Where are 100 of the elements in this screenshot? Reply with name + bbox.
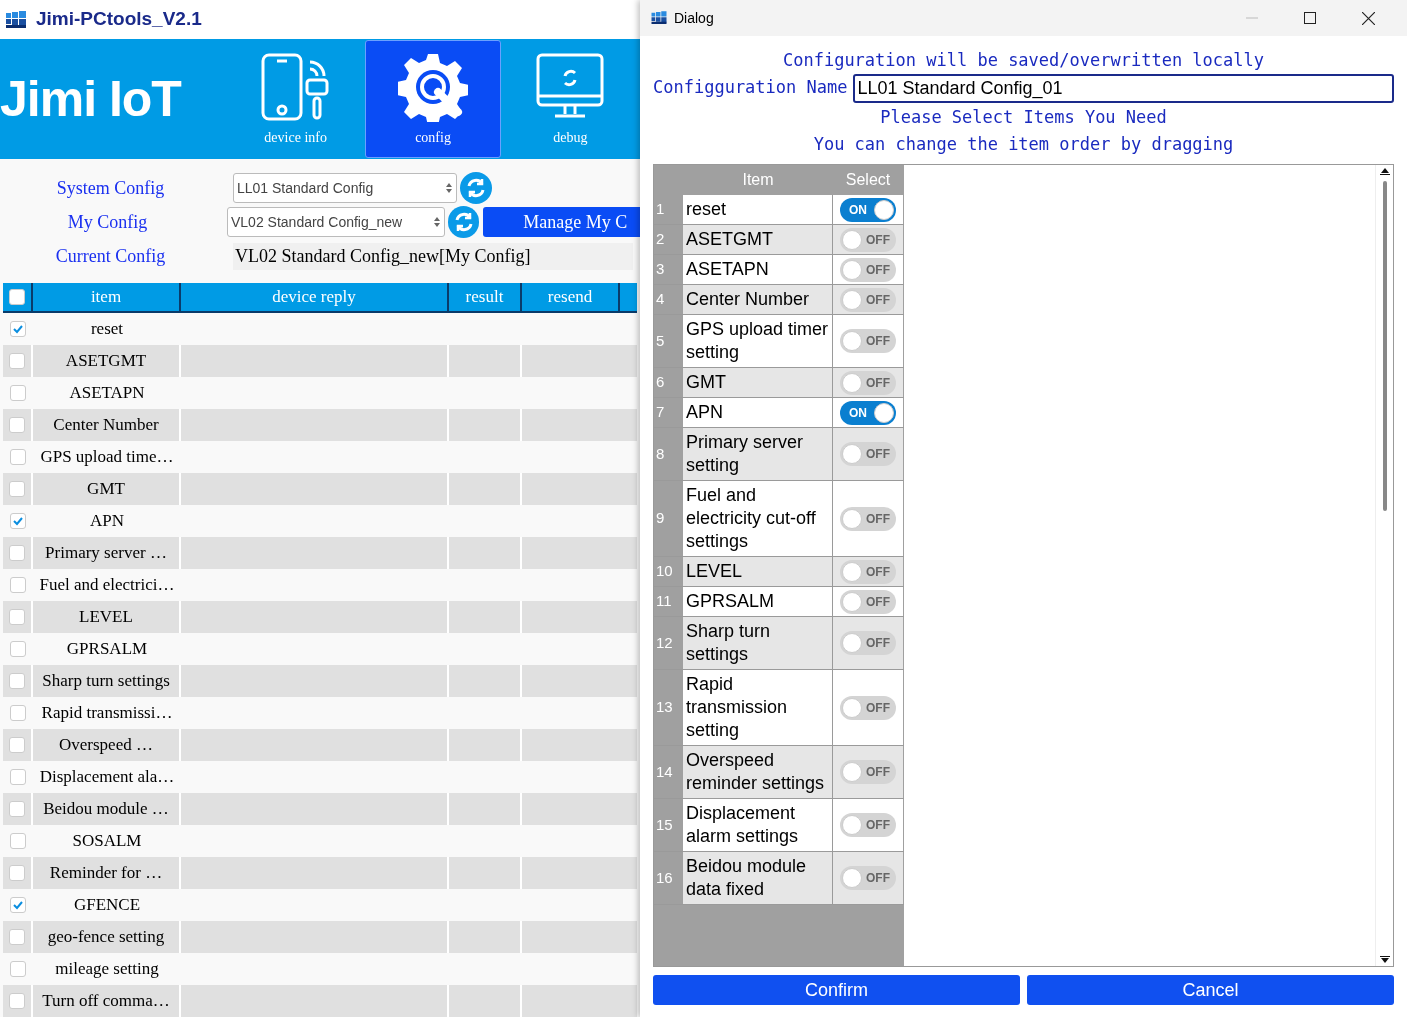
table-cell-text: SOSALM xyxy=(71,830,143,853)
toggle-switch[interactable]: OFF xyxy=(840,329,896,353)
table-cell: Turn off comma… xyxy=(33,985,181,1017)
hint-text: You can change the item order by dragging xyxy=(812,133,1235,156)
table-cell-text: Rapid transmissi… xyxy=(40,702,174,725)
toggle-switch[interactable]: OFF xyxy=(840,257,896,282)
config-select[interactable]: VL02 Standard Config_new xyxy=(227,207,446,237)
config-label: System Config xyxy=(56,176,165,200)
checkbox[interactable] xyxy=(10,961,26,977)
app-icon xyxy=(650,10,668,26)
checkbox[interactable] xyxy=(10,385,26,401)
list-item[interactable]: ASETGMT xyxy=(683,225,833,254)
row-number: 8 xyxy=(655,443,666,464)
list-item[interactable]: Sharp turn settings xyxy=(683,617,833,669)
config-label: Current Config xyxy=(55,244,166,268)
checkbox[interactable] xyxy=(9,737,25,753)
checkbox[interactable] xyxy=(10,897,26,913)
scrollbar[interactable] xyxy=(1375,165,1393,966)
list-item[interactable]: GMT xyxy=(683,368,833,397)
toggle-switch[interactable]: OFF xyxy=(840,760,896,784)
cancel-button[interactable]: Cancel xyxy=(1027,975,1394,1005)
list-item[interactable]: Primary server setting xyxy=(683,428,833,480)
confirm-button[interactable]: Confirm xyxy=(653,975,1020,1005)
checkbox[interactable] xyxy=(9,993,25,1009)
toggle-switch[interactable]: OFF xyxy=(840,506,896,531)
app-icon xyxy=(4,9,28,30)
list-item[interactable]: Overspeed reminder settings xyxy=(683,746,833,798)
toggle-switch[interactable]: ON xyxy=(840,197,896,222)
app-title: Jimi-PCtools_V2.1 xyxy=(36,7,202,32)
checkbox[interactable] xyxy=(9,609,25,625)
table-cell-text: ASETAPN xyxy=(68,382,146,405)
hint-text: Please Select Items You Need xyxy=(879,106,1168,129)
checkbox[interactable] xyxy=(10,769,26,785)
checkbox[interactable] xyxy=(9,865,25,881)
list-item[interactable]: Fuel and electricity cut-off settings xyxy=(683,481,833,556)
toggle-switch[interactable]: OFF xyxy=(840,370,896,395)
config-select[interactable]: LL01 Standard Config xyxy=(233,173,457,203)
scroll-down-icon xyxy=(1379,956,1390,964)
table-cell-text: GFENCE xyxy=(72,894,142,917)
row-number: 16 xyxy=(655,867,674,888)
row-number: 14 xyxy=(655,761,674,782)
list-item[interactable]: APN xyxy=(683,398,833,427)
updown-icon xyxy=(445,182,453,194)
checkbox[interactable] xyxy=(9,353,25,369)
toggle-switch[interactable]: OFF xyxy=(840,227,896,252)
checkbox[interactable] xyxy=(9,289,25,305)
checkbox[interactable] xyxy=(9,481,25,497)
checkbox[interactable] xyxy=(10,577,26,593)
checkbox[interactable] xyxy=(9,929,25,945)
refresh-button[interactable] xyxy=(460,172,492,204)
refresh-button[interactable] xyxy=(448,206,480,238)
toggle-switch[interactable]: OFF xyxy=(840,813,896,837)
checkbox[interactable] xyxy=(10,641,26,657)
checkbox[interactable] xyxy=(9,801,25,817)
row-number: 15 xyxy=(655,814,674,835)
checkbox[interactable] xyxy=(9,417,25,433)
checkbox[interactable] xyxy=(10,513,26,529)
checkbox[interactable] xyxy=(9,545,25,561)
list-item[interactable]: Rapid transmission setting xyxy=(683,670,833,745)
checkbox[interactable] xyxy=(10,705,26,721)
manage-config-button[interactable]: Manage My C xyxy=(483,207,640,237)
row-number: 13 xyxy=(655,697,674,718)
nav-tab[interactable]: config xyxy=(365,40,501,158)
column-header: Item xyxy=(741,170,775,190)
logo: Jimi IoT xyxy=(0,71,181,127)
toggle-switch[interactable]: ON xyxy=(840,400,896,425)
toggle-switch[interactable]: OFF xyxy=(840,695,896,720)
row-number: 11 xyxy=(655,591,673,612)
list-item[interactable]: reset xyxy=(683,195,833,224)
checkbox[interactable] xyxy=(10,449,26,465)
toggle-switch[interactable]: OFF xyxy=(840,287,896,312)
column-header: Select xyxy=(844,170,892,190)
row-number: 4 xyxy=(655,289,666,310)
scroll-up-icon xyxy=(1379,167,1390,175)
list-item[interactable]: GPS upload timer setting xyxy=(683,315,833,367)
refresh-icon xyxy=(465,177,487,199)
toggle-switch[interactable]: OFF xyxy=(840,442,896,466)
field-label: Configguration Name xyxy=(653,76,848,100)
column-header: result xyxy=(449,283,522,311)
table-cell-text: GPS upload time… xyxy=(39,446,175,469)
name-input[interactable]: LL01 Standard Config_01 xyxy=(853,73,1394,103)
row-number: 7 xyxy=(655,402,666,423)
list-item[interactable]: LEVEL xyxy=(683,557,833,586)
list-item[interactable]: Beidou module data fixed xyxy=(683,852,833,904)
toggle-switch[interactable]: OFF xyxy=(840,589,896,614)
checkbox[interactable] xyxy=(10,321,26,337)
table-cell-text: reset xyxy=(89,318,125,341)
toggle-switch[interactable]: OFF xyxy=(840,631,896,655)
checkbox[interactable] xyxy=(10,833,26,849)
toggle-switch[interactable]: OFF xyxy=(840,866,896,890)
scroll-thumb[interactable] xyxy=(1382,181,1387,511)
maximize-icon xyxy=(1304,12,1316,24)
list-item[interactable]: Displacement alarm settings xyxy=(683,799,833,851)
toggle-switch[interactable]: OFF xyxy=(840,559,896,584)
list-item[interactable]: ASETAPN xyxy=(683,255,833,284)
table-cell-text: Displacement ala… xyxy=(38,766,176,789)
list-item[interactable]: Center Number xyxy=(683,285,833,314)
checkbox[interactable] xyxy=(9,673,25,689)
list-item[interactable]: GPRSALM xyxy=(683,587,833,616)
column-header: device reply xyxy=(181,283,449,311)
